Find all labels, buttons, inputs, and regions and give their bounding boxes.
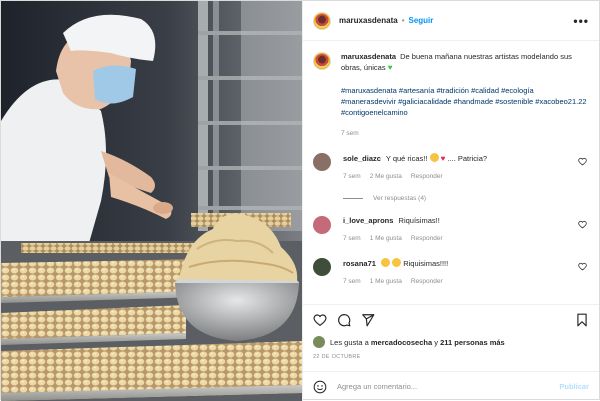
like-comment-heart-icon[interactable]: [578, 220, 587, 229]
comment-body: i_love_aprons Riquísimas!! 7 sem 1 Me gu…: [343, 216, 587, 244]
comment-input[interactable]: [336, 382, 560, 391]
likes-others-count[interactable]: 211 personas más: [440, 338, 505, 347]
caption-body: maruxasdenata De buena mañana nuestras a…: [341, 51, 587, 139]
comment-username[interactable]: rosana71: [343, 259, 376, 268]
like-comment-heart-icon[interactable]: [578, 262, 587, 271]
comment-body: rosana71 Riquisimas!!!! 7 sem 1 Me gusta…: [343, 258, 587, 287]
comment-item: i_love_aprons Riquísimas!! 7 sem 1 Me gu…: [312, 216, 587, 244]
caption-time[interactable]: 7 sem: [341, 128, 587, 139]
comment-bubble-icon[interactable]: [337, 313, 351, 327]
comment-text: Riquisimas!!!!: [403, 259, 449, 268]
comments-section[interactable]: maruxasdenata De buena mañana nuestras a…: [303, 41, 599, 304]
reply-button[interactable]: Responder: [411, 277, 443, 287]
commenter-avatar[interactable]: [312, 153, 331, 171]
comment-item: rosana71 Riquisimas!!!! 7 sem 1 Me gusta…: [312, 258, 587, 287]
likes-summary[interactable]: Les gusta a mercadocosecha y 211 persona…: [303, 334, 599, 350]
add-comment-bar: Publicar: [302, 371, 599, 401]
red-heart-emoji: ♥: [440, 154, 446, 163]
emoji-icon: [392, 258, 402, 267]
more-options-icon[interactable]: •••: [573, 14, 589, 28]
reply-button[interactable]: Responder: [411, 172, 443, 182]
post-photo[interactable]: [1, 1, 302, 401]
author-avatar-image: [314, 13, 329, 28]
post-caption: maruxasdenata De buena mañana nuestras a…: [312, 51, 587, 139]
comment-meta: 7 sem 1 Me gusta Responder: [343, 277, 587, 287]
reply-button[interactable]: Responder: [411, 234, 443, 244]
comment-text: Riquísimas!!: [398, 216, 440, 225]
likes-connector: y: [434, 337, 438, 347]
replies-divider: [342, 198, 363, 199]
post-side-panel: maruxasdenata • Seguir ••• maruxasdenata…: [301, 1, 599, 401]
comment-text-cont: .... Patricia?: [447, 154, 488, 163]
emoji-icon: [429, 153, 439, 162]
share-paper-plane-icon[interactable]: [361, 313, 375, 327]
save-bookmark-icon[interactable]: [575, 313, 589, 327]
emoji-icon: [381, 258, 391, 267]
post-header: maruxasdenata • Seguir •••: [302, 1, 599, 41]
comment-username[interactable]: i_love_aprons: [343, 216, 393, 225]
comment-meta: 7 sem 2 Me gusta Responder: [343, 172, 587, 182]
bakery-photo-illustration: [1, 1, 302, 401]
instagram-post: maruxasdenata • Seguir ••• maruxasdenata…: [0, 0, 600, 401]
liker-username[interactable]: mercadocosecha: [371, 338, 432, 347]
comment-time[interactable]: 7 sem: [343, 172, 361, 182]
comment-likes[interactable]: 1 Me gusta: [370, 234, 402, 244]
emoji-picker-icon[interactable]: [313, 380, 327, 394]
publish-button[interactable]: Publicar: [559, 382, 589, 391]
like-heart-icon[interactable]: [313, 313, 327, 327]
caption-author-avatar[interactable]: [312, 52, 331, 70]
author-avatar[interactable]: [312, 11, 331, 30]
comment-meta: 7 sem 1 Me gusta Responder: [343, 234, 587, 244]
comment-text: Y qué ricas!!: [385, 154, 428, 163]
post-date[interactable]: 22 DE OCTUBRE: [303, 350, 599, 368]
author-username[interactable]: maruxasdenata: [339, 16, 398, 25]
post-actions-bar: [302, 304, 599, 334]
comment-time[interactable]: 7 sem: [343, 277, 361, 287]
comment-likes[interactable]: 2 Me gusta: [370, 172, 402, 182]
comment-body: sole_diazc Y qué ricas!! ♥ .... Patricia…: [343, 153, 587, 182]
comment-time[interactable]: 7 sem: [343, 234, 361, 244]
comment-username[interactable]: sole_diazc: [343, 154, 381, 163]
commenter-avatar[interactable]: [312, 258, 331, 276]
green-heart-emoji: ♥: [387, 63, 393, 72]
caption-hashtags[interactable]: #maruxasdenata #artesanía #tradición #ca…: [341, 85, 587, 118]
like-comment-heart-icon[interactable]: [578, 157, 587, 166]
likes-prefix: Les gusta a: [329, 337, 369, 347]
commenter-avatar[interactable]: [312, 216, 331, 234]
separator-dot: •: [401, 16, 405, 25]
comment-likes[interactable]: 1 Me gusta: [370, 277, 402, 287]
view-replies-button[interactable]: Ver respuestas (4): [342, 195, 587, 202]
caption-username[interactable]: maruxasdenata: [341, 52, 396, 61]
liker-avatar: [312, 336, 325, 348]
view-replies-label: Ver respuestas (4): [372, 195, 427, 202]
comment-item: sole_diazc Y qué ricas!! ♥ .... Patricia…: [312, 153, 587, 182]
follow-button[interactable]: Seguir: [409, 16, 434, 25]
caption-author-avatar-image: [314, 54, 329, 68]
